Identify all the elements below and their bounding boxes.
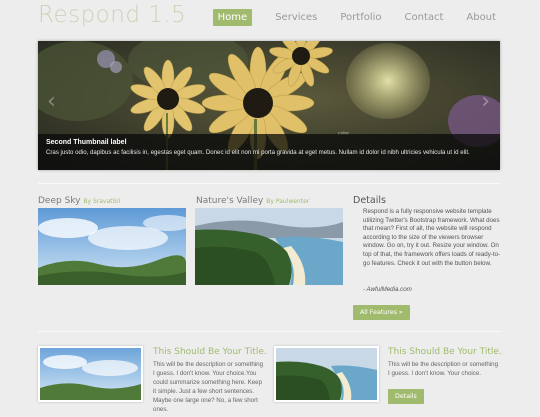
feature-title-natures-valley: Nature's Valley By Paulwenter [196,196,309,206]
natures-valley-photo [195,208,343,285]
hero-carousel: ‹ › color Second Thumbnail label Cras ju… [38,41,500,170]
card-1-text: This will be the description or somethin… [153,361,264,413]
details-credit[interactable]: - AwfulMedia.com [363,286,412,293]
nav-contact[interactable]: Contact [405,9,444,26]
feature-byline[interactable]: By SravatSri [83,198,120,205]
details-heading: Details [353,195,386,206]
nav-home[interactable]: Home [212,9,253,26]
feature-title-text: Deep Sky [38,196,81,206]
details-text: Respond is a fully responsive website te… [363,208,501,267]
deep-sky-photo [38,208,186,285]
deep-sky-image[interactable] [38,208,186,285]
nav-services[interactable]: Services [275,9,317,26]
carousel-caption: Second Thumbnail label Cras justo odio, … [38,134,500,170]
card-2-photo [276,348,377,400]
card-2-text: This will be the description or somethin… [388,361,499,377]
details-button[interactable]: Details [388,389,424,404]
divider [38,331,500,332]
card-2-title[interactable]: This Should Be Your Title. [388,347,502,357]
site-logo[interactable]: Respond 1.5 [38,2,186,28]
nav-about[interactable]: About [466,9,496,26]
main-nav: Home Services Portfolio Contact About [190,9,496,26]
caption-text: Cras justo odio, dapibus ac facilisis in… [46,149,470,156]
carousel-prev-button[interactable]: ‹ [47,89,56,114]
natures-valley-image[interactable] [195,208,343,285]
feature-byline[interactable]: By Paulwenter [266,198,309,205]
nav-portfolio[interactable]: Portfolio [340,9,381,26]
card-1-title[interactable]: This Should Be Your Title. [153,347,267,357]
carousel-next-button[interactable]: › [481,89,490,114]
divider [38,183,500,184]
feature-title-text: Nature's Valley [196,196,264,206]
feature-title-deep-sky: Deep Sky By SravatSri [38,196,120,206]
card-2-image[interactable] [274,346,379,402]
card-1-photo [40,348,141,400]
all-features-button[interactable]: All Features » [353,305,410,320]
caption-title: Second Thumbnail label [46,139,127,146]
card-1-image[interactable] [38,346,143,402]
